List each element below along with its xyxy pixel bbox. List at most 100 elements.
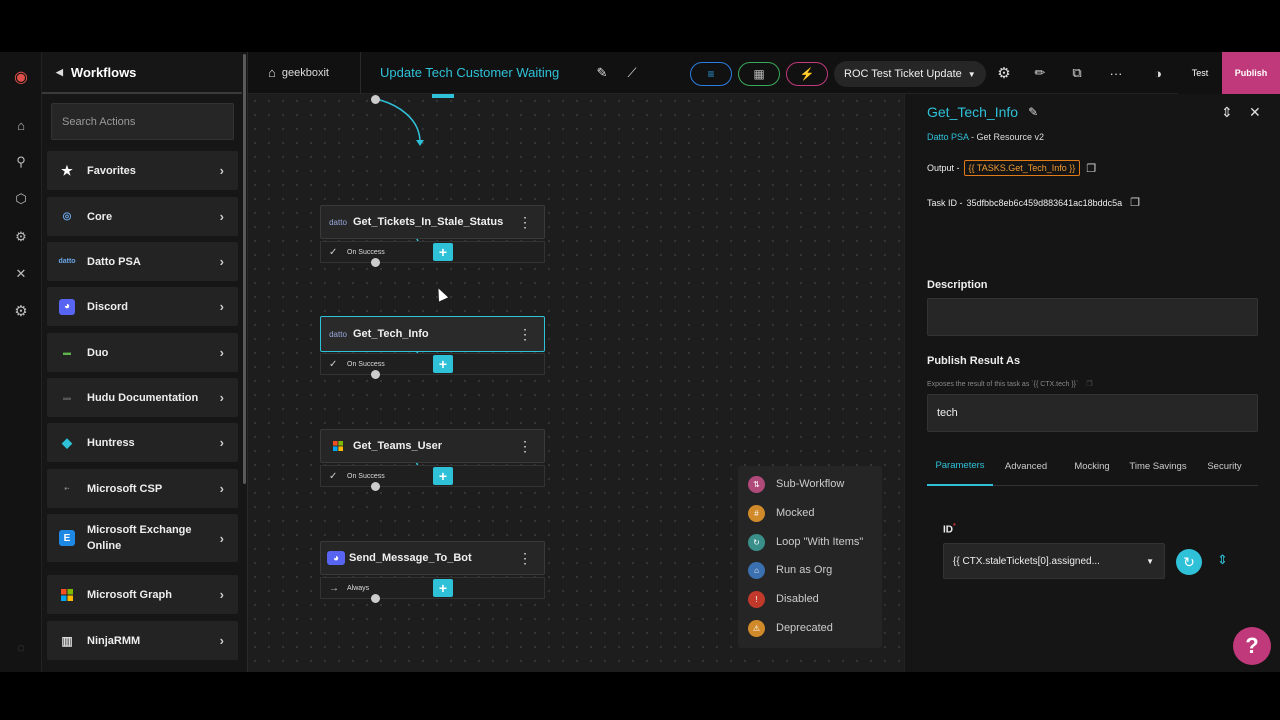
datto-icon: datto: [329, 217, 347, 227]
node-label: Send_Message_To_Bot: [349, 552, 472, 564]
add-step-button[interactable]: +: [433, 467, 453, 485]
vendor-link[interactable]: Datto PSA: [927, 132, 969, 142]
logo-icon[interactable]: ◉: [12, 68, 30, 86]
cube-icon[interactable]: ⬡: [12, 190, 30, 208]
refresh-button[interactable]: ↻: [1176, 549, 1202, 575]
connector-dot[interactable]: [371, 258, 380, 267]
hudu-icon: ▬: [63, 393, 71, 402]
trigger-dropdown[interactable]: ROC Test Ticket Update ▼: [834, 61, 986, 87]
triggers-button[interactable]: ⚡: [786, 62, 828, 86]
publish-button[interactable]: Publish: [1222, 52, 1280, 94]
logs-button[interactable]: ≡: [690, 62, 732, 86]
sidebar-title: Workflows: [70, 64, 137, 80]
sidebar-item-hudu[interactable]: ▬ Hudu Documentation ›: [47, 378, 238, 417]
add-step-button[interactable]: +: [433, 579, 453, 597]
gear-icon[interactable]: ⚙: [994, 63, 1014, 83]
mocked-icon: #: [748, 504, 765, 522]
publish-result-field[interactable]: tech: [927, 394, 1258, 432]
legend-label: Run as Org: [776, 564, 833, 576]
export-icon[interactable]: ⧉: [1067, 63, 1087, 83]
description-field[interactable]: [927, 298, 1258, 336]
search-actions-input[interactable]: Search Actions: [51, 103, 234, 140]
chevron-left-icon[interactable]: ◀: [56, 67, 63, 78]
top-bar: ⌂ geekboxit Update Tech Customer Waiting…: [248, 52, 1280, 94]
connector-dot[interactable]: [371, 482, 380, 491]
variables-button[interactable]: ▦: [738, 62, 780, 86]
sidebar-item-favorites[interactable]: ★ Favorites ›: [47, 151, 238, 190]
kebab-menu-icon[interactable]: ⋮: [518, 326, 532, 343]
help-button[interactable]: ?: [1233, 627, 1271, 665]
tab-parameters[interactable]: Parameters: [927, 446, 993, 486]
sidebar-item-core[interactable]: ◎ Core ›: [47, 197, 238, 236]
duo-icon: ▬: [63, 348, 71, 357]
edit-icon[interactable]: ✎: [592, 63, 612, 83]
more-icon[interactable]: ···: [1106, 63, 1126, 83]
expand-icon[interactable]: ⇕: [1221, 104, 1233, 121]
copy-icon[interactable]: ❐: [1086, 381, 1092, 388]
legend-label: Sub-Workflow: [776, 478, 845, 490]
settings-icon[interactable]: ⚙: [12, 302, 30, 320]
sidebar-item-exchange[interactable]: E Microsoft Exchange Online ›: [47, 514, 238, 562]
tools-icon[interactable]: ✕: [12, 265, 30, 283]
sidebar-item-label: Datto PSA: [87, 255, 141, 268]
sidebar-item-datto-psa[interactable]: datto Datto PSA ›: [47, 242, 238, 281]
output-tag: {{ TASKS.Get_Tech_Info }}: [963, 160, 1081, 176]
connector-dot[interactable]: [371, 370, 380, 379]
add-step-button[interactable]: +: [433, 355, 453, 373]
tab-advanced[interactable]: Advanced: [993, 446, 1059, 486]
output-label: Output -: [927, 163, 960, 173]
sidebar-item-label: Hudu Documentation: [87, 391, 199, 404]
pencil-icon[interactable]: ✎: [1028, 105, 1038, 119]
kebab-menu-icon[interactable]: ⋮: [518, 438, 532, 455]
copy-icon[interactable]: ❐: [1130, 196, 1140, 209]
datto-icon: datto: [58, 258, 76, 265]
star-icon: ★: [61, 162, 73, 178]
kebab-menu-icon[interactable]: ⋮: [518, 214, 532, 231]
chevron-right-icon: ›: [219, 633, 224, 648]
close-icon[interactable]: ✕: [1249, 104, 1261, 121]
help-circle-icon[interactable]: ◌: [12, 638, 30, 656]
sidebar-header[interactable]: ◀ Workflows: [42, 52, 242, 94]
tab-time-savings[interactable]: Time Savings: [1125, 446, 1191, 486]
loop-icon: ↻: [748, 533, 765, 551]
sidebar-item-label: Huntress: [87, 436, 135, 449]
toggle-icon[interactable]: ◑: [1146, 63, 1170, 83]
workflow-node[interactable]: datto Get_Tickets_In_Stale_Status ⋮: [320, 205, 545, 239]
workflow-canvas[interactable]: datto Get_Tickets_In_Stale_Status ⋮ ✓ On…: [248, 94, 904, 672]
sidebar-item-microsoft-csp[interactable]: ▪· Microsoft CSP ›: [47, 469, 238, 508]
workflow-node[interactable]: Get_Teams_User ⋮: [320, 429, 545, 463]
chart-icon[interactable]: ⟋: [622, 63, 642, 83]
sidebar-item-ninjarmm[interactable]: ▥ NinjaRMM ›: [47, 621, 238, 660]
legend-panel: ⇅ Sub-Workflow # Mocked ↻ Loop "With Items"…: [738, 466, 882, 648]
sidebar-item-microsoft-graph[interactable]: Microsoft Graph ›: [47, 575, 238, 614]
id-param-select[interactable]: {{ CTX.staleTickets[0].assigned... ▼: [943, 543, 1165, 579]
lightning-icon: ⚡: [799, 67, 815, 81]
add-step-button[interactable]: +: [433, 243, 453, 261]
home-icon[interactable]: ⌂: [12, 116, 30, 134]
tab-mocking[interactable]: Mocking: [1059, 446, 1125, 486]
org-switcher[interactable]: ⌂ geekboxit: [268, 65, 329, 80]
sidebar-item-huntress[interactable]: ◆ Huntress ›: [47, 423, 238, 462]
connector-dot[interactable]: [371, 95, 380, 104]
tab-security[interactable]: Security: [1191, 446, 1258, 486]
connector-dot[interactable]: [371, 594, 380, 603]
sidebar-item-duo[interactable]: ▬ Duo ›: [47, 333, 238, 372]
integrations-icon[interactable]: ⚙: [12, 228, 30, 246]
kebab-menu-icon[interactable]: ⋮: [518, 550, 532, 567]
pencil-icon[interactable]: ✏: [1030, 63, 1050, 83]
actions-sidebar: ◀ Workflows Search Actions ★ Favorites ›…: [42, 52, 248, 672]
ninjarmm-icon: ▥: [61, 633, 73, 648]
copy-icon[interactable]: ❐: [1086, 162, 1096, 175]
legend-label: Disabled: [776, 593, 819, 605]
workflow-node[interactable]: ◕ Send_Message_To_Bot ⋮: [320, 541, 545, 575]
sidebar-item-discord[interactable]: ◕ Discord ›: [47, 287, 238, 326]
workflows-icon[interactable]: ⚲: [12, 153, 30, 171]
legend-item: # Mocked: [748, 504, 815, 522]
expand-editor-icon[interactable]: ⇕: [1217, 552, 1228, 568]
test-button[interactable]: Test: [1178, 52, 1222, 94]
grid-icon: ▦: [753, 67, 765, 81]
question-icon: ?: [1245, 633, 1259, 658]
sidebar-scrollbar[interactable]: [243, 54, 246, 484]
chevron-right-icon: ›: [219, 209, 224, 224]
workflow-node-selected[interactable]: datto Get_Tech_Info ⋮: [320, 316, 545, 352]
